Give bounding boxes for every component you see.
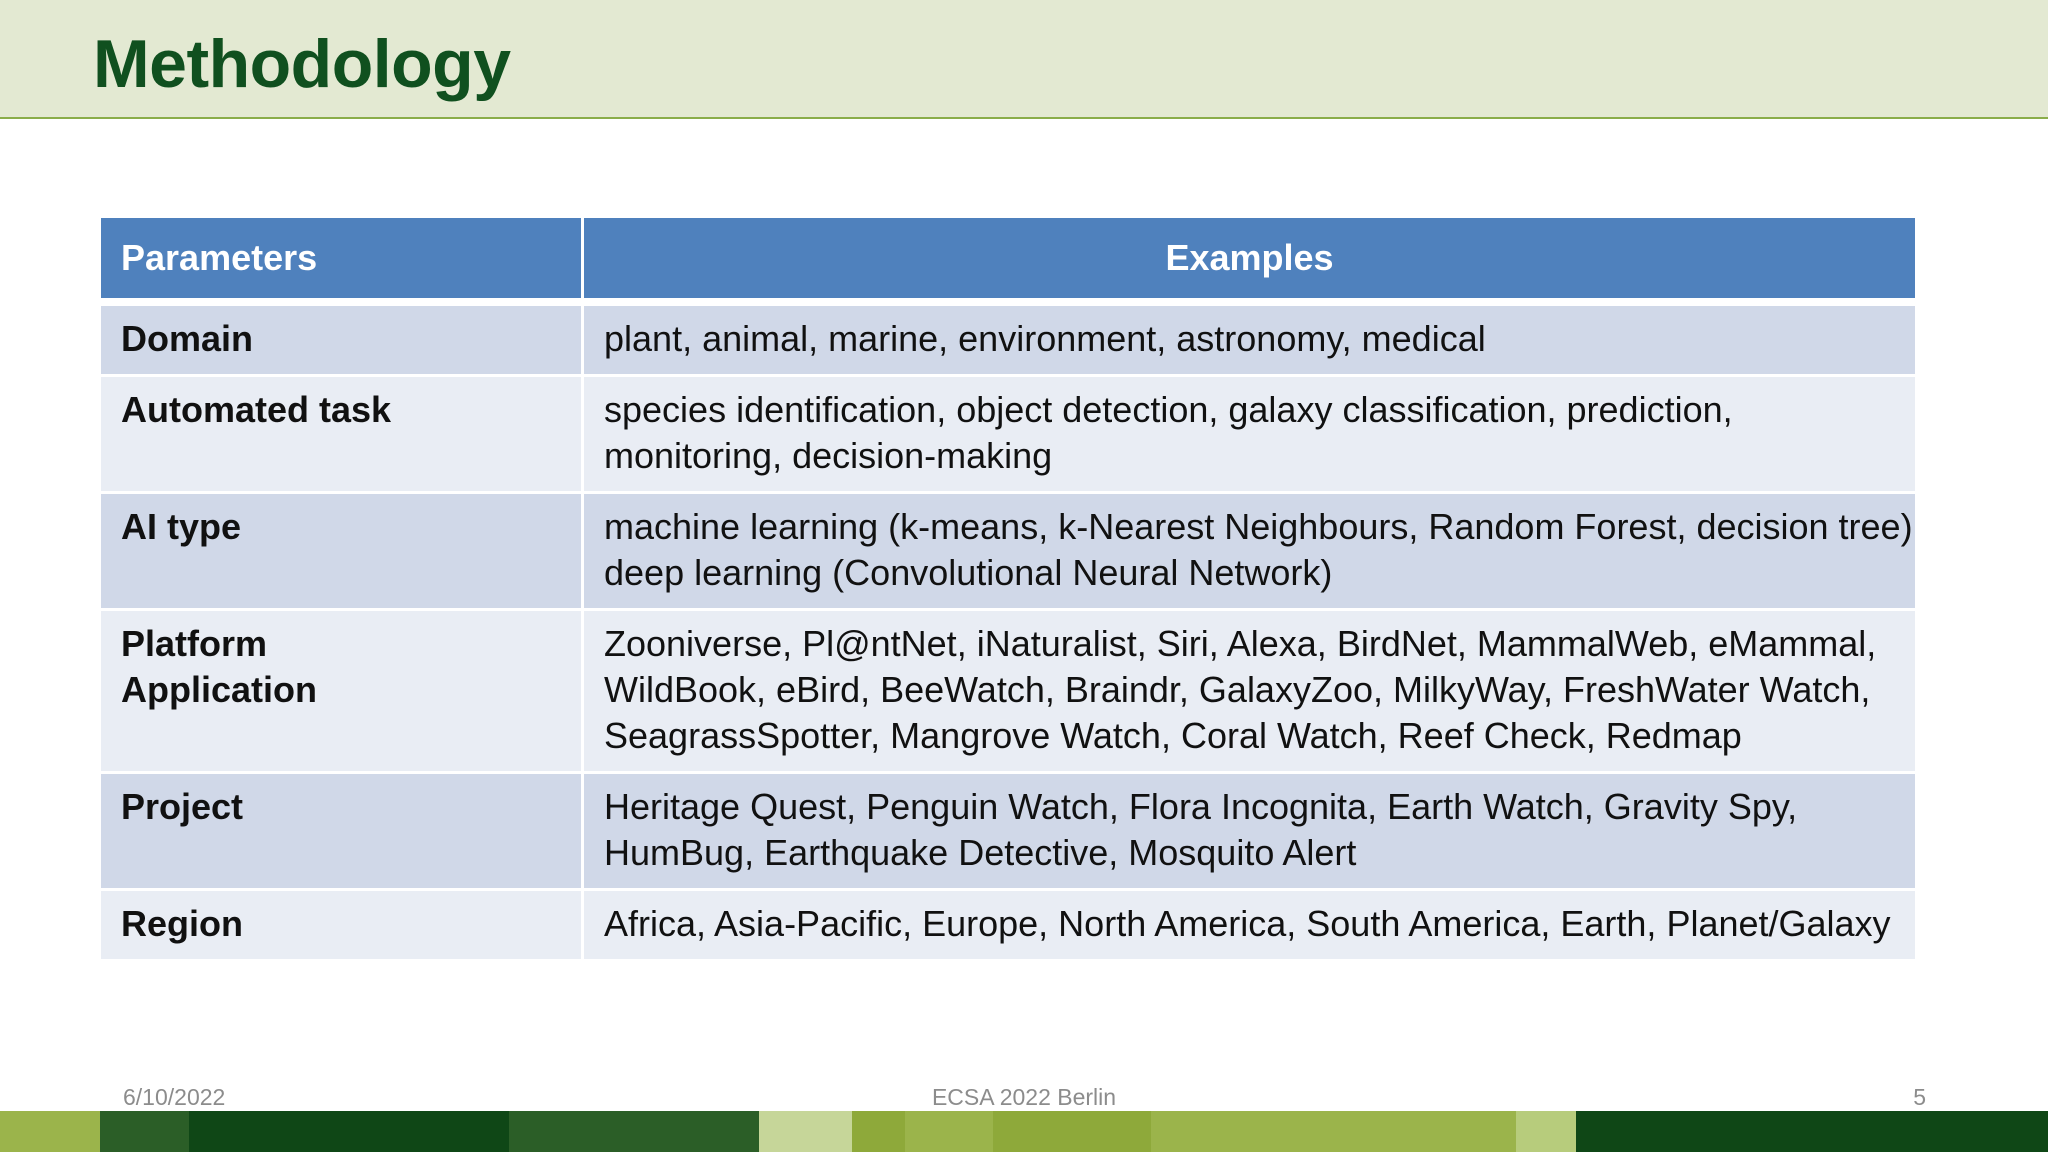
parameter-cell: Platform Application bbox=[98, 608, 584, 774]
examples-line: plant, animal, marine, environment, astr… bbox=[604, 318, 1486, 359]
parameter-cell: Region bbox=[98, 888, 584, 962]
parameter-label: Domain bbox=[121, 318, 254, 359]
color-bar-segment bbox=[993, 1111, 1151, 1152]
footer-conference: ECSA 2022 Berlin bbox=[931, 1084, 1117, 1110]
examples-cell: Africa, Asia-Pacific, Europe, North Amer… bbox=[581, 888, 1918, 962]
examples-line: SeagrassSpotter, Mangrove Watch, Coral W… bbox=[604, 715, 1742, 756]
parameter-label: Region bbox=[121, 903, 243, 944]
decorative-color-bar bbox=[0, 1111, 2048, 1152]
slide-title: Methodology bbox=[93, 26, 511, 102]
parameter-label: Project bbox=[121, 786, 244, 827]
table-header-row: Parameters Examples bbox=[98, 215, 1918, 306]
color-bar-segment bbox=[100, 1111, 189, 1152]
examples-cell: machine learning (k-means, k-Nearest Nei… bbox=[581, 491, 1918, 611]
examples-line: Heritage Quest, Penguin Watch, Flora Inc… bbox=[604, 786, 1798, 827]
examples-line: monitoring, decision-making bbox=[604, 435, 1053, 476]
parameter-cell: Domain bbox=[98, 300, 584, 377]
parameter-label: Platform bbox=[121, 623, 268, 664]
header-parameters: Parameters bbox=[98, 215, 584, 306]
examples-line: deep learning (Convolutional Neural Netw… bbox=[604, 552, 1333, 593]
examples-cell: Zooniverse, Pl@ntNet, iNaturalist, Siri,… bbox=[581, 608, 1918, 774]
examples-line: WildBook, eBird, BeeWatch, Braindr, Gala… bbox=[604, 669, 1871, 710]
examples-cell: plant, animal, marine, environment, astr… bbox=[581, 300, 1918, 377]
parameter-cell: Project bbox=[98, 771, 584, 891]
parameter-label: Automated task bbox=[121, 389, 392, 430]
examples-line: Africa, Asia-Pacific, Europe, North Amer… bbox=[604, 903, 1891, 944]
parameter-label: Application bbox=[121, 669, 317, 710]
parameter-label: AI type bbox=[121, 506, 242, 547]
examples-cell: species identification, object detection… bbox=[581, 374, 1918, 494]
color-bar-segment bbox=[852, 1111, 905, 1152]
table-row: Project Heritage Quest, Penguin Watch, F… bbox=[98, 771, 1918, 891]
slide-number: 5 bbox=[1913, 1084, 1926, 1110]
parameter-cell: Automated task bbox=[98, 374, 584, 494]
table-row: Region Africa, Asia-Pacific, Europe, Nor… bbox=[98, 888, 1918, 962]
color-bar-segment bbox=[1516, 1111, 1576, 1152]
color-bar-segment bbox=[1151, 1111, 1516, 1152]
color-bar-segment bbox=[189, 1111, 509, 1152]
examples-line: HumBug, Earthquake Detective, Mosquito A… bbox=[604, 832, 1357, 873]
parameters-table: Parameters Examples Domain plant, animal… bbox=[98, 215, 1918, 962]
color-bar-segment bbox=[509, 1111, 759, 1152]
color-bar-segment bbox=[1576, 1111, 2048, 1152]
color-bar-segment bbox=[905, 1111, 993, 1152]
examples-line: machine learning (k-means, k-Nearest Nei… bbox=[604, 506, 1913, 547]
examples-line: Zooniverse, Pl@ntNet, iNaturalist, Siri,… bbox=[604, 623, 1877, 664]
parameter-cell: AI type bbox=[98, 491, 584, 611]
table-row: Domain plant, animal, marine, environmen… bbox=[98, 300, 1918, 377]
title-band: Methodology bbox=[0, 0, 2048, 119]
color-bar-segment bbox=[0, 1111, 100, 1152]
header-examples: Examples bbox=[581, 215, 1918, 306]
examples-cell: Heritage Quest, Penguin Watch, Flora Inc… bbox=[581, 771, 1918, 891]
table-row: Automated task species identification, o… bbox=[98, 374, 1918, 494]
examples-line: species identification, object detection… bbox=[604, 389, 1733, 430]
color-bar-segment bbox=[759, 1111, 852, 1152]
table-row: Platform Application Zooniverse, Pl@ntNe… bbox=[98, 608, 1918, 774]
table-row: AI type machine learning (k-means, k-Nea… bbox=[98, 491, 1918, 611]
